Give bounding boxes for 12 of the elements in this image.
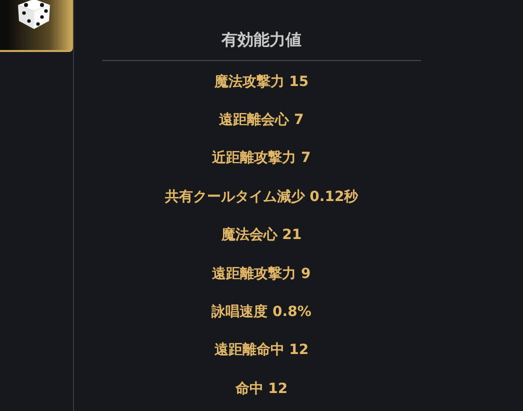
stat-text: 詠唱速度 0.8%: [212, 302, 312, 322]
stat-text: 遠距離命中 12: [214, 341, 309, 360]
stat-text: 命中 12: [235, 380, 288, 399]
dice-icon: [16, 0, 52, 30]
stat-text: 近距離攻撃力 7: [212, 149, 311, 168]
stat-text: 魔法攻撃力 15: [214, 72, 309, 92]
stat-text: 遠距離攻撃力 9: [212, 264, 311, 284]
stat-text: 共有クールタイム減少 0.12秒: [164, 188, 358, 207]
stat-text: 魔法会心 21: [221, 226, 302, 246]
dice-tile[interactable]: [0, 0, 73, 52]
stat-text: 遠距離会心 7: [219, 110, 304, 130]
panel-title: 有効能力値: [222, 29, 302, 51]
